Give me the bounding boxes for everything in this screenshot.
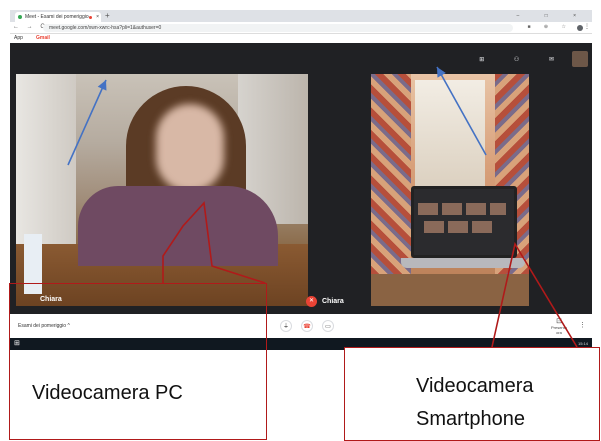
callout-line-pc: [162, 201, 266, 284]
arrow-smartphone-camera: [436, 66, 487, 156]
arrow-pc-camera: [67, 79, 107, 166]
callout-line-smartphone: [491, 241, 578, 348]
annotation-overlay: [67, 66, 578, 348]
